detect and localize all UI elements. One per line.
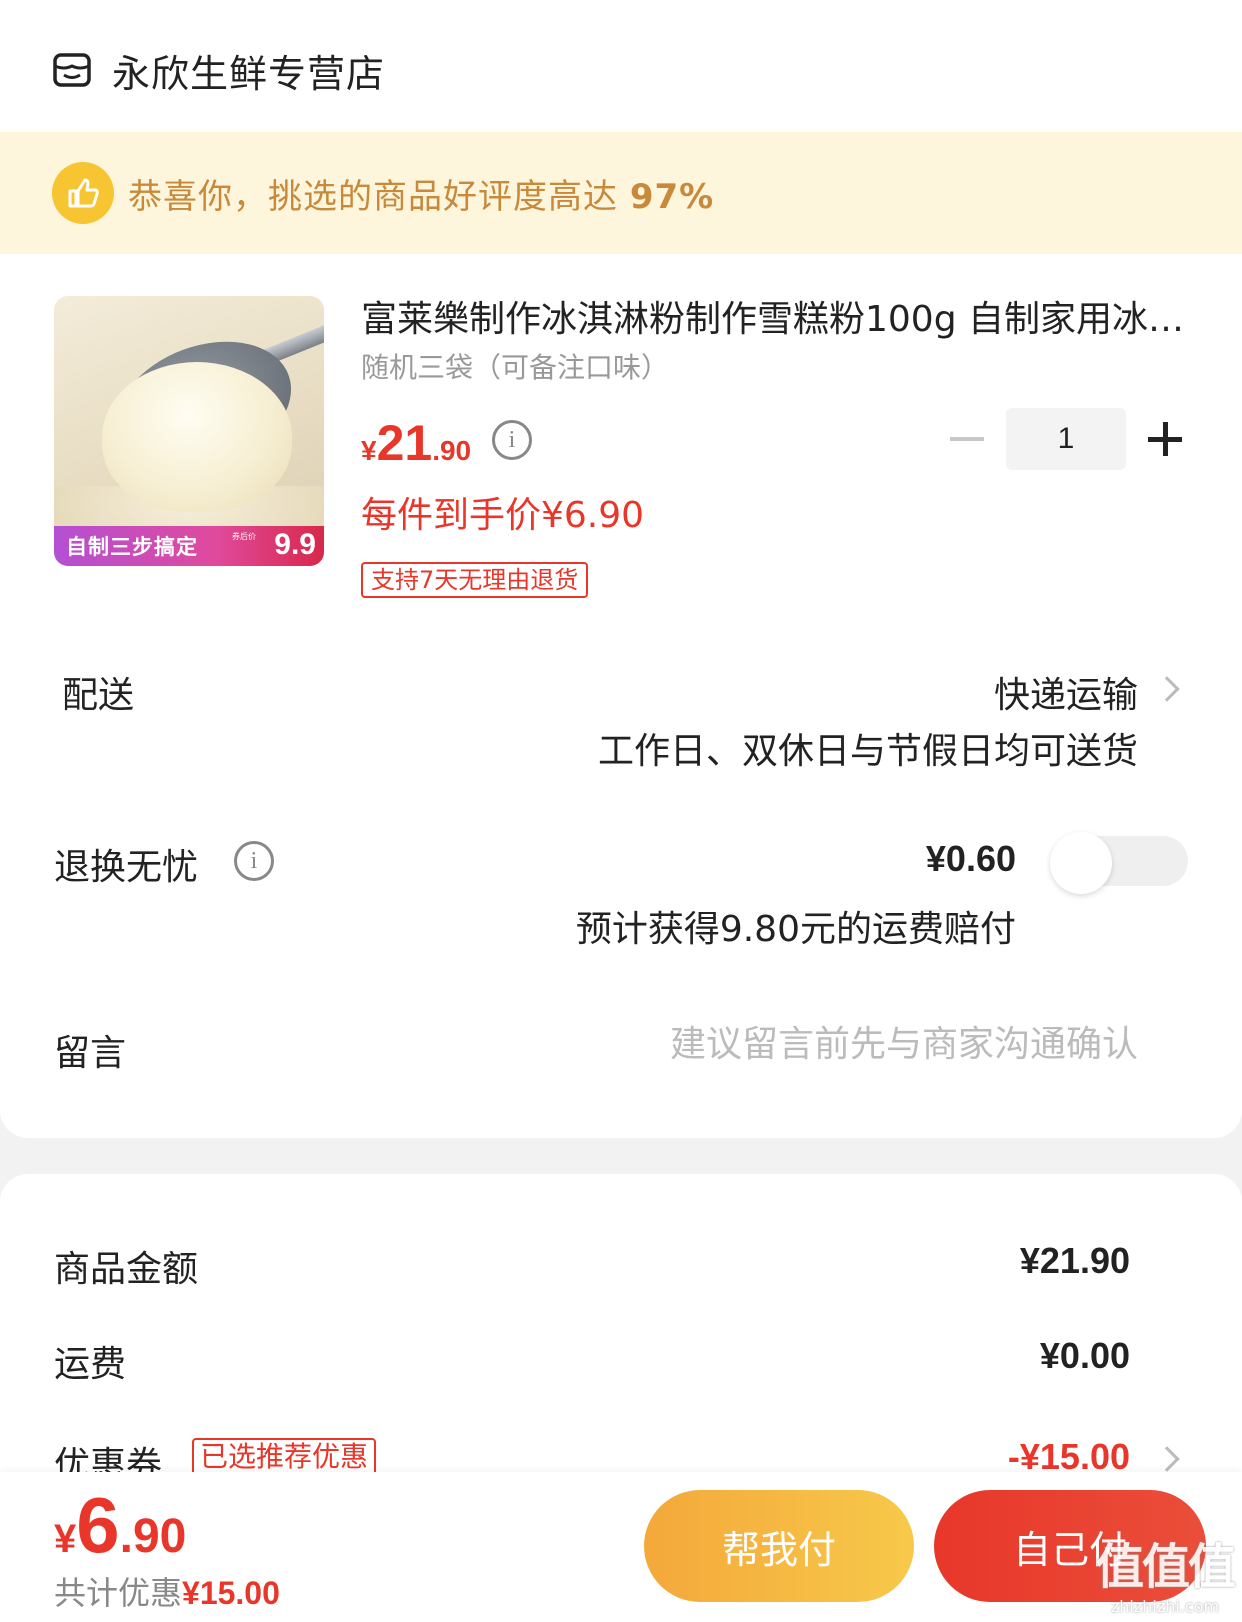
- shipping-label: 运费: [54, 1344, 127, 1385]
- goods-amount-value: ¥21.90: [1019, 1240, 1130, 1281]
- delivery-method[interactable]: 快递运输: [994, 666, 1138, 718]
- total-price: ¥ 6 .90: [54, 1481, 187, 1569]
- return-info-icon[interactable]: i: [234, 841, 274, 881]
- store-icon: [53, 53, 91, 87]
- return-insurance-label: 退换无忧: [54, 847, 199, 888]
- return-insurance-price: ¥0.60: [925, 838, 1016, 879]
- banner-text: 恭喜你，挑选的商品好评度高达 97%: [128, 176, 715, 217]
- delivery-note: 工作日、双休日与节假日均可送货: [597, 731, 1138, 772]
- store-header[interactable]: 永欣生鲜专营店: [52, 40, 385, 100]
- coupon-recommended-badge: 已选推荐优惠: [192, 1438, 377, 1476]
- chevron-right-icon[interactable]: [1154, 676, 1180, 702]
- watermark: 值值值 zhizhizhi.com: [1095, 1539, 1236, 1616]
- thumbs-up-icon: [52, 162, 114, 224]
- message-input[interactable]: [618, 1024, 1138, 1065]
- store-name: 永欣生鲜专营店: [112, 51, 386, 96]
- decrease-button[interactable]: [950, 437, 984, 441]
- goods-amount-label: 商品金额: [54, 1249, 199, 1290]
- help-pay-button[interactable]: 帮我付: [644, 1490, 914, 1602]
- product-image[interactable]: 自制三步搞定 券后价 9.9: [54, 296, 324, 566]
- product-spec[interactable]: 随机三袋（可备注口味）: [361, 346, 669, 386]
- quantity-stepper: 1: [950, 408, 1182, 470]
- quantity-field[interactable]: 1: [1006, 408, 1126, 470]
- product-title[interactable]: 富莱樂制作冰淇淋粉制作雪糕粉100g 自制家用冰淇淋粉: [361, 290, 1191, 342]
- praise-banner: 恭喜你，挑选的商品好评度高达 97%: [0, 132, 1242, 254]
- message-label: 留言: [54, 1033, 127, 1074]
- shipping-value: ¥0.00: [1039, 1335, 1130, 1376]
- return-policy-badge: 支持7天无理由退货: [361, 562, 589, 598]
- price-info-icon[interactable]: i: [492, 420, 532, 460]
- return-insurance-note: 预计获得9.80元的运费赔付: [575, 909, 1016, 950]
- checkout-bar: ¥ 6 .90 共计优惠¥15.00 帮我付 自己付 值值值 zhizhizhi…: [0, 1472, 1242, 1622]
- delivery-label: 配送: [62, 675, 135, 716]
- product-price: ¥ 21 .90: [361, 415, 472, 471]
- return-insurance-toggle[interactable]: [1050, 832, 1188, 894]
- final-price: 每件到手价¥6.90: [361, 495, 645, 536]
- increase-button[interactable]: [1148, 422, 1182, 456]
- order-card: 永欣生鲜专营店 恭喜你，挑选的商品好评度高达 97% 自制三步搞定 券后价 9.…: [0, 0, 1242, 1138]
- toggle-knob: [1050, 832, 1112, 894]
- total-discount: 共计优惠¥15.00: [54, 1574, 280, 1612]
- product-image-tag: 自制三步搞定 券后价 9.9: [54, 526, 324, 566]
